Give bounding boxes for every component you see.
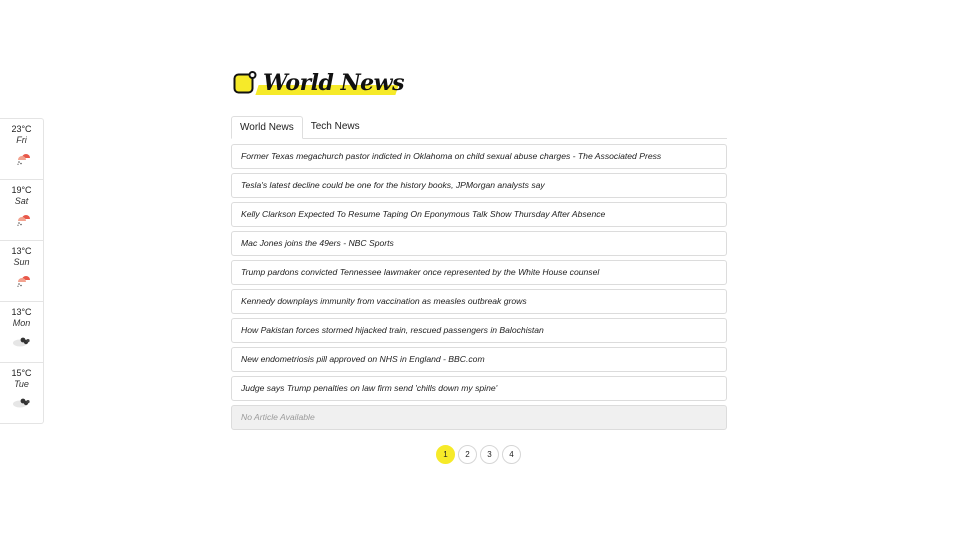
sun-rain-icon xyxy=(16,276,30,287)
article-item[interactable]: Mac Jones joins the 49ers - NBC Sports xyxy=(231,231,727,256)
clouds-icon xyxy=(12,398,30,408)
page-button-4[interactable]: 4 xyxy=(502,445,521,464)
weather-temperature: 13°C xyxy=(11,246,32,256)
page-button-1[interactable]: 1 xyxy=(436,445,455,464)
empty-article-placeholder: No Article Available xyxy=(231,405,727,430)
weather-day-name: Fri xyxy=(16,135,27,145)
pagination: 1234 xyxy=(436,445,524,464)
tab-world-news[interactable]: World News xyxy=(231,116,303,139)
page-header: World News xyxy=(233,70,413,100)
page-button-3[interactable]: 3 xyxy=(480,445,499,464)
page-button-2[interactable]: 2 xyxy=(458,445,477,464)
article-list: Former Texas megachurch pastor indicted … xyxy=(231,144,727,434)
tab-tech-news[interactable]: Tech News xyxy=(303,116,368,138)
weather-temperature: 23°C xyxy=(11,124,32,134)
weather-day-name: Mon xyxy=(12,318,31,328)
weather-day-name: Sun xyxy=(13,257,30,267)
weather-day: 13°C Mon xyxy=(0,302,43,363)
clouds-icon xyxy=(12,337,30,347)
weather-forecast-panel: 23°C Fri 19°C Sat 13°C Sun 13°C Mon 15°C… xyxy=(0,118,44,424)
logo-icon xyxy=(233,71,257,94)
article-item[interactable]: Tesla's latest decline could be one for … xyxy=(231,173,727,198)
weather-day-name: Tue xyxy=(14,379,29,389)
weather-temperature: 13°C xyxy=(11,307,32,317)
weather-temperature: 19°C xyxy=(11,185,32,195)
article-item[interactable]: Former Texas megachurch pastor indicted … xyxy=(231,144,727,169)
weather-temperature: 15°C xyxy=(11,368,32,378)
sun-rain-icon xyxy=(16,215,30,226)
article-item[interactable]: New endometriosis pill approved on NHS i… xyxy=(231,347,727,372)
article-item[interactable]: Kennedy downplays immunity from vaccinat… xyxy=(231,289,727,314)
weather-day: 23°C Fri xyxy=(0,119,43,180)
weather-day: 13°C Sun xyxy=(0,241,43,302)
sun-rain-icon xyxy=(16,154,30,165)
page-title: World News xyxy=(263,70,405,96)
article-item[interactable]: Kelly Clarkson Expected To Resume Taping… xyxy=(231,202,727,227)
article-item[interactable]: Judge says Trump penalties on law firm s… xyxy=(231,376,727,401)
page-title-wrapper: World News xyxy=(255,70,405,100)
article-item[interactable]: How Pakistan forces stormed hijacked tra… xyxy=(231,318,727,343)
weather-day: 19°C Sat xyxy=(0,180,43,241)
weather-day-name: Sat xyxy=(14,196,29,206)
article-item[interactable]: Trump pardons convicted Tennessee lawmak… xyxy=(231,260,727,285)
news-tabs: World News Tech News xyxy=(231,116,727,139)
weather-day: 15°C Tue xyxy=(0,363,43,423)
